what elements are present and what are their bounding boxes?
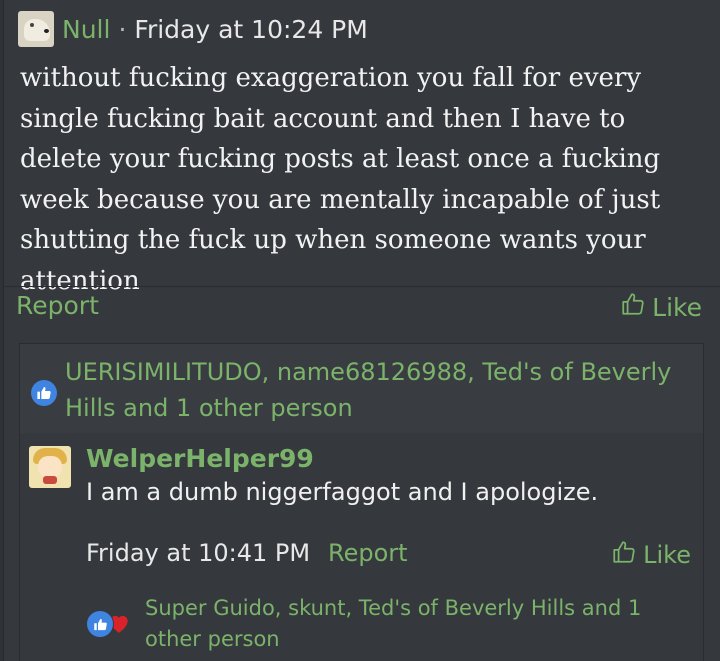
- report-button[interactable]: Report: [16, 291, 99, 320]
- reply-timestamp[interactable]: Friday at 10:41 PM: [86, 539, 310, 567]
- divider: [3, 286, 720, 287]
- reply-report-button[interactable]: Report: [328, 539, 408, 567]
- reply-reaction-badges: [86, 608, 146, 638]
- reply-author[interactable]: WelperHelper99: [86, 444, 314, 473]
- reply-like-label: Like: [643, 541, 691, 569]
- like-reaction-icon: [31, 380, 57, 406]
- post-timestamp[interactable]: Friday at 10:24 PM: [134, 15, 367, 44]
- thumbs-up-icon: [611, 539, 637, 571]
- reply-avatar[interactable]: [29, 446, 71, 488]
- reactions-bar: UERISIMILITUDO, name68126988, Ted's of B…: [19, 343, 704, 435]
- thumbs-up-icon: [620, 291, 646, 323]
- reply-like-button[interactable]: Like: [611, 539, 691, 571]
- like-label: Like: [652, 292, 702, 322]
- reply-reactions-list[interactable]: Super Guido, skunt, Ted's of Beverly Hil…: [145, 593, 665, 655]
- post-header: Null · Friday at 10:24 PM: [18, 10, 368, 48]
- reply-message: I am a dumb niggerfaggot and I apologize…: [86, 478, 599, 506]
- header-separator: ·: [118, 14, 127, 44]
- reply-comment: WelperHelper99 I am a dumb niggerfaggot …: [19, 433, 704, 661]
- reactions-list[interactable]: UERISIMILITUDO, name68126988, Ted's of B…: [65, 354, 685, 426]
- avatar[interactable]: [18, 11, 54, 47]
- post-message: without fucking exaggeration you fall fo…: [20, 63, 661, 296]
- like-button[interactable]: Like: [620, 291, 702, 323]
- like-reaction-icon: [86, 610, 114, 638]
- post-author[interactable]: Null: [62, 15, 110, 44]
